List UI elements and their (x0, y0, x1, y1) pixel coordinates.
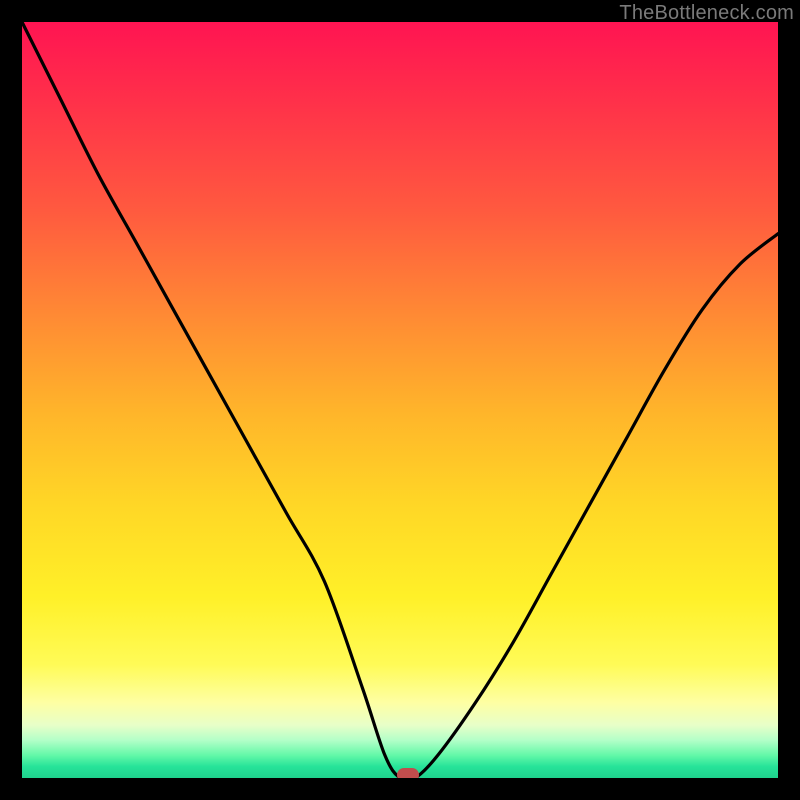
chart-stage: TheBottleneck.com (0, 0, 800, 800)
optimal-point-marker (397, 768, 419, 778)
bottleneck-curve (22, 22, 778, 778)
plot-area (22, 22, 778, 778)
